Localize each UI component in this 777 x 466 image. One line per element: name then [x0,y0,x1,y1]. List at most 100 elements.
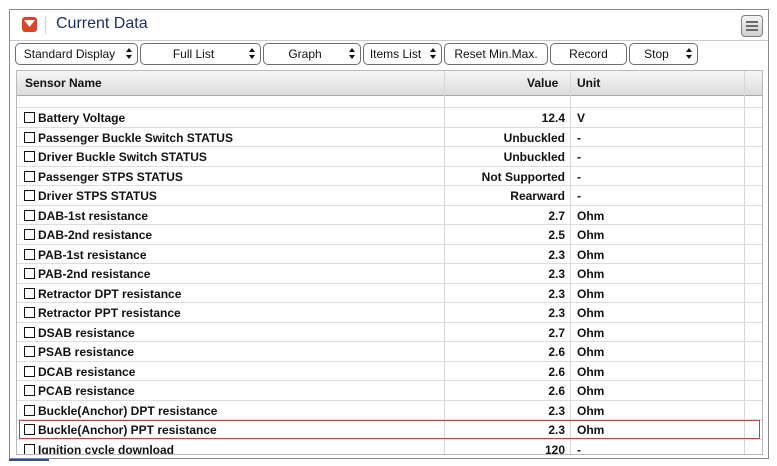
sensor-unit: Ohm [577,423,605,437]
updown-arrows-icon [349,48,356,60]
sensor-data-table: Sensor Name Value Unit Battery Voltage 12… [16,70,763,455]
checkbox-icon[interactable] [24,424,35,435]
sensor-name: Passenger Buckle Switch STATUS [38,130,233,145]
sensor-name: DSAB resistance [38,325,135,340]
table-row[interactable]: Passenger Buckle Switch STATUS Unbuckled - [17,128,762,147]
sensor-unit: Ohm [577,208,605,223]
sensor-value: 2.7 [548,208,565,223]
sensor-unit: Ohm [577,345,605,359]
sensor-unit: Ohm [577,267,605,281]
header-value[interactable]: Value [527,76,558,90]
sensor-name: Retractor PPT resistance [38,306,181,320]
table-row[interactable]: DAB-1st resistance 2.7 Ohm [17,206,762,225]
sensor-unit: - [577,442,581,455]
updown-arrows-icon [686,48,693,60]
sensor-name: DAB-1st resistance [38,208,149,223]
sensor-unit: Ohm [577,306,605,320]
sensor-unit: - [577,150,581,164]
title-divider [45,16,46,34]
table-row[interactable]: Buckle(Anchor) DPT resistance 2.3 Ohm [17,401,762,420]
sensor-unit: V [577,111,586,125]
table-row[interactable]: Passenger STPS STATUS Not Supported - [17,167,762,186]
record-button[interactable]: Record [550,43,627,65]
restore-icon[interactable] [741,15,763,37]
items-list-label: Items List [369,47,422,61]
graph-label: Graph [288,47,322,61]
checkbox-icon[interactable] [24,209,35,221]
sensor-name: Driver Buckle Switch STATUS [38,150,207,164]
checkbox-icon[interactable] [24,385,35,396]
sensor-value: 2.7 [548,325,565,340]
sensor-name: Battery Voltage [38,111,126,125]
table-row[interactable]: Driver STPS STATUS Rearward - [17,186,762,206]
checkbox-icon[interactable] [24,190,35,201]
updown-arrows-icon [249,48,256,60]
table-row[interactable]: Driver Buckle Switch STATUS Unbuckled - [17,147,762,167]
sensor-name: PCAB resistance [38,384,135,398]
checkbox-icon[interactable] [24,248,35,260]
table-row[interactable]: PSAB resistance 2.6 Ohm [17,342,762,362]
checkbox-icon[interactable] [24,131,35,143]
checkbox-icon[interactable] [24,443,35,454]
sensor-name: DCAB resistance [38,364,136,379]
table-header: Sensor Name Value Unit [17,71,762,96]
table-row[interactable]: Buckle(Anchor) PPT resistance 2.3 Ohm [17,420,762,440]
checkbox-icon[interactable] [24,404,35,416]
sensor-value: 2.3 [548,403,565,418]
table-row[interactable]: PAB-2nd resistance 2.3 Ohm [17,264,762,284]
checkbox-icon[interactable] [24,326,35,338]
checkbox-icon[interactable] [24,307,35,318]
table-row[interactable]: Retractor PPT resistance 2.3 Ohm [17,303,762,323]
checkbox-icon[interactable] [24,346,35,357]
table-row[interactable]: Battery Voltage 12.4 V [17,108,762,128]
checkbox-icon[interactable] [24,151,35,162]
sensor-value: 2.3 [548,286,565,301]
items-list-select[interactable]: Items List [363,43,442,65]
table-row[interactable]: DCAB resistance 2.6 Ohm [17,362,762,381]
sensor-unit: - [577,189,581,203]
sensor-unit: Ohm [577,384,605,398]
checkbox-icon[interactable] [24,229,35,240]
checkbox-icon[interactable] [24,365,35,377]
sensor-name: Passenger STPS STATUS [38,169,183,184]
record-label: Record [569,47,608,61]
sensor-unit: Ohm [577,325,605,340]
sensor-unit: Ohm [577,364,605,379]
table-row[interactable]: DAB-2nd resistance 2.5 Ohm [17,225,762,245]
standard-display-label: Standard Display [23,47,116,61]
sensor-value: Unbuckled [503,130,565,145]
checkbox-icon[interactable] [24,287,35,299]
sensor-value: 12.4 [541,111,565,125]
sensor-name: Buckle(Anchor) DPT resistance [38,403,218,418]
collapse-icon[interactable] [22,17,37,32]
sensor-name: PSAB resistance [38,345,135,359]
table-row[interactable]: PAB-1st resistance 2.3 Ohm [17,245,762,264]
header-sensor-name[interactable]: Sensor Name [25,76,102,90]
sensor-name: DAB-2nd resistance [38,228,153,242]
sensor-value: 120 [544,442,565,455]
sensor-unit: Ohm [577,403,605,418]
sensor-value: Rearward [510,189,565,203]
checkbox-icon[interactable] [24,268,35,279]
standard-display-select[interactable]: Standard Display [15,43,138,65]
stop-label: Stop [644,47,669,61]
header-unit[interactable]: Unit [577,76,600,90]
sensor-name: PAB-1st resistance [38,247,147,262]
current-data-window: Current Data Standard Display Full List … [9,9,769,459]
table-row[interactable]: PCAB resistance 2.6 Ohm [17,381,762,401]
stop-select[interactable]: Stop [629,43,698,65]
sensor-value: Unbuckled [503,150,565,164]
table-row[interactable]: DSAB resistance 2.7 Ohm [17,323,762,342]
sensor-unit: - [577,169,581,184]
checkbox-icon[interactable] [24,112,35,123]
sensor-name: Retractor DPT resistance [38,286,182,301]
sensor-value: 2.3 [548,247,565,262]
reset-min-max-button[interactable]: Reset Min.Max. [444,43,548,65]
table-row[interactable]: Retractor DPT resistance 2.3 Ohm [17,284,762,303]
sensor-unit: Ohm [577,247,605,262]
table-row[interactable]: Ignition cycle download 120- [17,440,762,455]
full-list-select[interactable]: Full List [140,43,261,65]
checkbox-icon[interactable] [24,170,35,182]
graph-select[interactable]: Graph [263,43,361,65]
title-bar: Current Data [10,10,768,41]
